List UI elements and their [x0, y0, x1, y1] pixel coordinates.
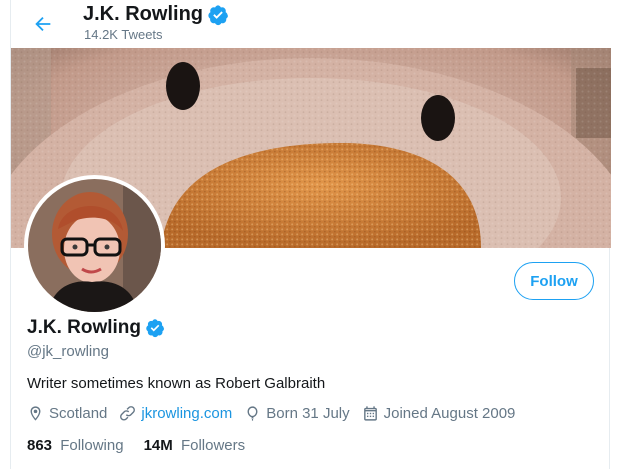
display-name-row: J.K. Rowling [27, 317, 165, 339]
calendar-icon [363, 406, 377, 421]
website-link[interactable]: jkrowling.com [141, 405, 232, 422]
profile-page: J.K. Rowling 14.2K Tweets Follow J.K. Ro… [10, 0, 611, 469]
followers-count: 14M [143, 437, 173, 454]
display-name: J.K. Rowling [27, 317, 141, 338]
verified-badge-icon [145, 318, 165, 338]
verified-badge-icon [207, 4, 229, 26]
profile-header: J.K. Rowling 14.2K Tweets [11, 0, 611, 48]
followers-link[interactable]: 14M Followers [144, 437, 246, 454]
location-text: Scotland [49, 405, 108, 422]
birthday: Born 31 July [244, 405, 350, 422]
user-handle: @jk_rowling [27, 343, 109, 360]
profile-photo [28, 179, 161, 312]
header-title: J.K. Rowling [83, 3, 203, 25]
following-label: Following [60, 437, 124, 454]
joined-text: Joined August 2009 [383, 405, 516, 422]
follow-button[interactable]: Follow [514, 262, 594, 300]
back-button[interactable] [29, 10, 57, 38]
following-link[interactable]: 863 Following [27, 437, 124, 454]
location: Scotland [27, 405, 107, 422]
profile-meta: Scotland jkrowling.com Born 31 July Join… [27, 405, 527, 422]
website[interactable]: jkrowling.com [119, 405, 232, 422]
link-icon [120, 406, 136, 421]
follow-stats: 863 Following 14M Followers [27, 437, 265, 454]
location-pin-icon [30, 406, 41, 421]
balloon-icon [247, 406, 258, 421]
tweet-count: 14.2K Tweets [84, 27, 163, 42]
following-count: 863 [27, 437, 53, 454]
bio: Writer sometimes known as Robert Galbrai… [27, 375, 326, 392]
header-title-group: J.K. Rowling [83, 3, 229, 26]
birthday-text: Born 31 July [266, 405, 350, 422]
joined-date: Joined August 2009 [362, 405, 516, 422]
arrow-left-icon [35, 16, 51, 32]
avatar[interactable] [24, 175, 165, 316]
followers-label: Followers [180, 437, 246, 454]
